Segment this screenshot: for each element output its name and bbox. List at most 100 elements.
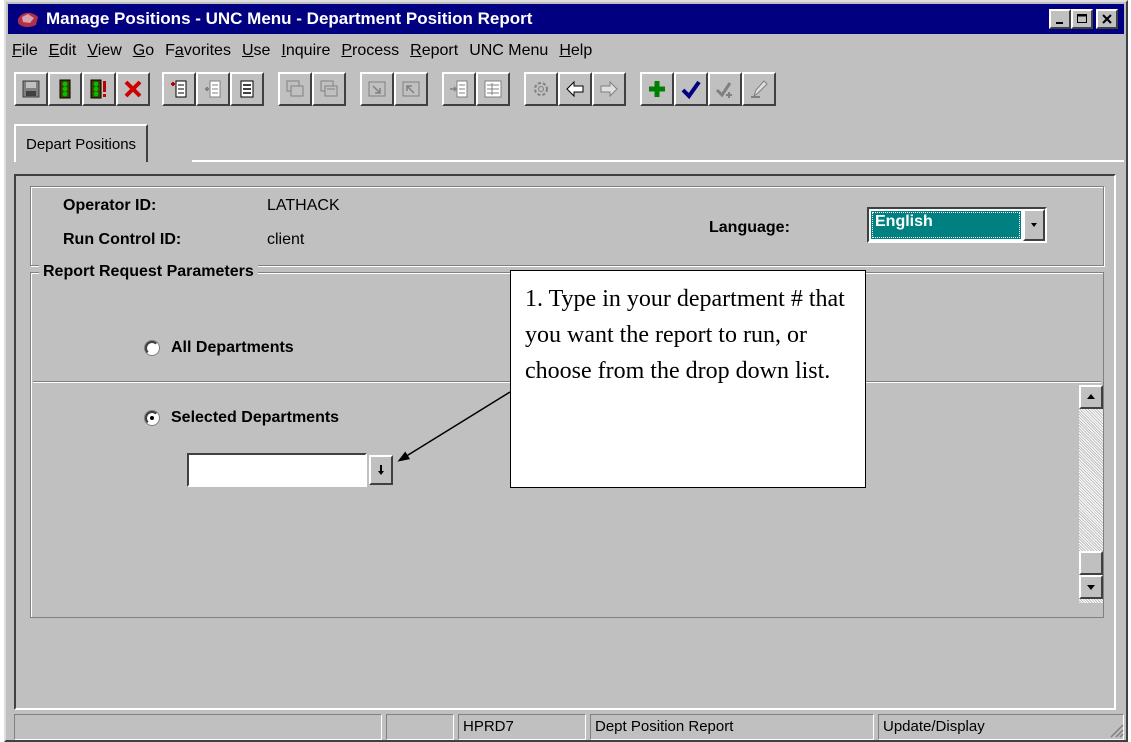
app-icon xyxy=(18,12,38,28)
process-button[interactable] xyxy=(524,72,558,106)
resize-grip-icon[interactable] xyxy=(1108,722,1124,738)
cancel-button[interactable] xyxy=(116,72,150,106)
down-level-button[interactable] xyxy=(360,72,394,106)
tab-strip: Depart Positions xyxy=(8,122,1124,162)
menu-view[interactable]: View xyxy=(87,42,121,64)
group-title: Report Request Parameters xyxy=(39,263,258,281)
delete-row-button[interactable] xyxy=(230,72,264,106)
run-control-id-value: client xyxy=(267,231,305,248)
run-now-button[interactable] xyxy=(82,72,116,106)
language-label: Language: xyxy=(709,219,790,236)
plus-icon xyxy=(649,81,665,97)
up-level-icon xyxy=(402,81,420,97)
correction-button[interactable] xyxy=(742,72,776,106)
pencil-icon xyxy=(751,80,768,98)
instruction-callout: 1. Type in your department # that you wa… xyxy=(510,270,866,488)
update-display-all-button[interactable] xyxy=(708,72,742,106)
close-icon xyxy=(1102,14,1112,24)
insert-row-disabled-button[interactable] xyxy=(196,72,230,106)
minimize-icon xyxy=(1056,22,1063,24)
save-button[interactable] xyxy=(14,72,48,106)
all-departments-label: All Departments xyxy=(171,339,294,356)
window-tile-button[interactable] xyxy=(312,72,346,106)
department-combo[interactable] xyxy=(187,453,395,487)
all-departments-option[interactable]: All Departments xyxy=(145,339,294,357)
language-select[interactable]: English xyxy=(867,207,1047,243)
status-bar: HPRD7 Dept Position Report Update/Displa… xyxy=(14,714,1126,740)
run-control-id-label: Run Control ID: xyxy=(63,231,182,248)
selected-departments-label: Selected Departments xyxy=(171,409,340,426)
row-list-icon xyxy=(240,80,254,98)
department-input[interactable] xyxy=(187,453,367,487)
previous-button[interactable] xyxy=(558,72,592,106)
language-dropdown-button[interactable] xyxy=(1023,209,1045,241)
status-mode: Update/Display xyxy=(878,714,1124,740)
close-button[interactable] xyxy=(1096,9,1118,29)
scroll-thumb[interactable] xyxy=(1079,551,1103,575)
operator-id-value: LATHACK xyxy=(267,197,340,214)
menu-file[interactable]: File xyxy=(12,42,38,64)
maximize-icon xyxy=(1077,14,1087,23)
arrow-right-icon xyxy=(600,80,618,98)
save-icon xyxy=(22,80,40,98)
all-departments-radio[interactable] xyxy=(145,341,159,355)
status-page: Dept Position Report xyxy=(590,714,874,740)
menu-process[interactable]: Process xyxy=(341,42,399,64)
cascade-icon xyxy=(286,80,304,97)
operator-id-label: Operator ID: xyxy=(63,197,157,214)
insert-row-icon xyxy=(171,80,187,98)
up-level-button[interactable] xyxy=(394,72,428,106)
checkmark-icon xyxy=(681,80,701,100)
scroll-up-icon xyxy=(1087,394,1095,399)
checkmark-plus-icon xyxy=(715,82,732,98)
status-database: HPRD7 xyxy=(458,714,586,740)
menu-inquire[interactable]: Inquire xyxy=(281,42,330,64)
maximize-button[interactable] xyxy=(1071,9,1093,29)
list-arrow-icon xyxy=(450,80,468,98)
menu-bar: File Edit View Go Favorites Use Inquire … xyxy=(12,42,603,64)
menu-help[interactable]: Help xyxy=(559,42,592,64)
chevron-down-icon xyxy=(1031,223,1037,227)
menu-edit[interactable]: Edit xyxy=(49,42,77,64)
language-value: English xyxy=(871,211,1021,239)
window-controls xyxy=(1049,9,1118,29)
insert-row-button[interactable] xyxy=(162,72,196,106)
menu-go[interactable]: Go xyxy=(133,42,154,64)
next-record-button[interactable] xyxy=(442,72,476,106)
minimize-button[interactable] xyxy=(1049,9,1071,29)
down-level-icon xyxy=(368,81,386,97)
scroll-up-button[interactable] xyxy=(1079,385,1103,409)
tab-depart-positions[interactable]: Depart Positions xyxy=(14,124,149,162)
update-display-button[interactable] xyxy=(674,72,708,106)
traffic-light-icon xyxy=(59,79,71,99)
arrow-left-icon xyxy=(566,80,584,98)
menu-report[interactable]: Report xyxy=(410,42,458,64)
menu-use[interactable]: Use xyxy=(242,42,270,64)
arrow-down-icon xyxy=(378,465,384,475)
traffic-light-button[interactable] xyxy=(48,72,82,106)
insert-row-dim-icon xyxy=(205,80,221,98)
tab-line xyxy=(192,160,1124,162)
selected-departments-radio[interactable] xyxy=(145,411,159,425)
red-x-icon xyxy=(124,80,142,98)
vertical-scrollbar[interactable] xyxy=(1079,385,1103,603)
header-fields: Operator ID: LATHACK Run Control ID: cli… xyxy=(30,186,1104,266)
selected-departments-option[interactable]: Selected Departments xyxy=(145,409,339,427)
menu-favorites[interactable]: Favorites xyxy=(165,42,231,64)
scroll-down-button[interactable] xyxy=(1079,575,1103,599)
window-title: Manage Positions - UNC Menu - Department… xyxy=(46,9,533,28)
title-bar[interactable]: Manage Positions - UNC Menu - Department… xyxy=(8,4,1124,34)
department-dropdown-button[interactable] xyxy=(369,455,393,485)
traffic-light-alert-icon xyxy=(90,79,106,99)
status-pane-1 xyxy=(386,714,454,740)
gear-icon xyxy=(534,82,548,96)
menu-unc-menu[interactable]: UNC Menu xyxy=(469,42,548,64)
tile-icon xyxy=(320,80,338,97)
status-pane-main xyxy=(14,714,382,740)
grid-list-icon xyxy=(484,80,502,98)
scroll-down-icon xyxy=(1087,585,1095,590)
next-button[interactable] xyxy=(592,72,626,106)
add-button[interactable] xyxy=(640,72,674,106)
window-cascade-button[interactable] xyxy=(278,72,312,106)
view-list-button[interactable] xyxy=(476,72,510,106)
